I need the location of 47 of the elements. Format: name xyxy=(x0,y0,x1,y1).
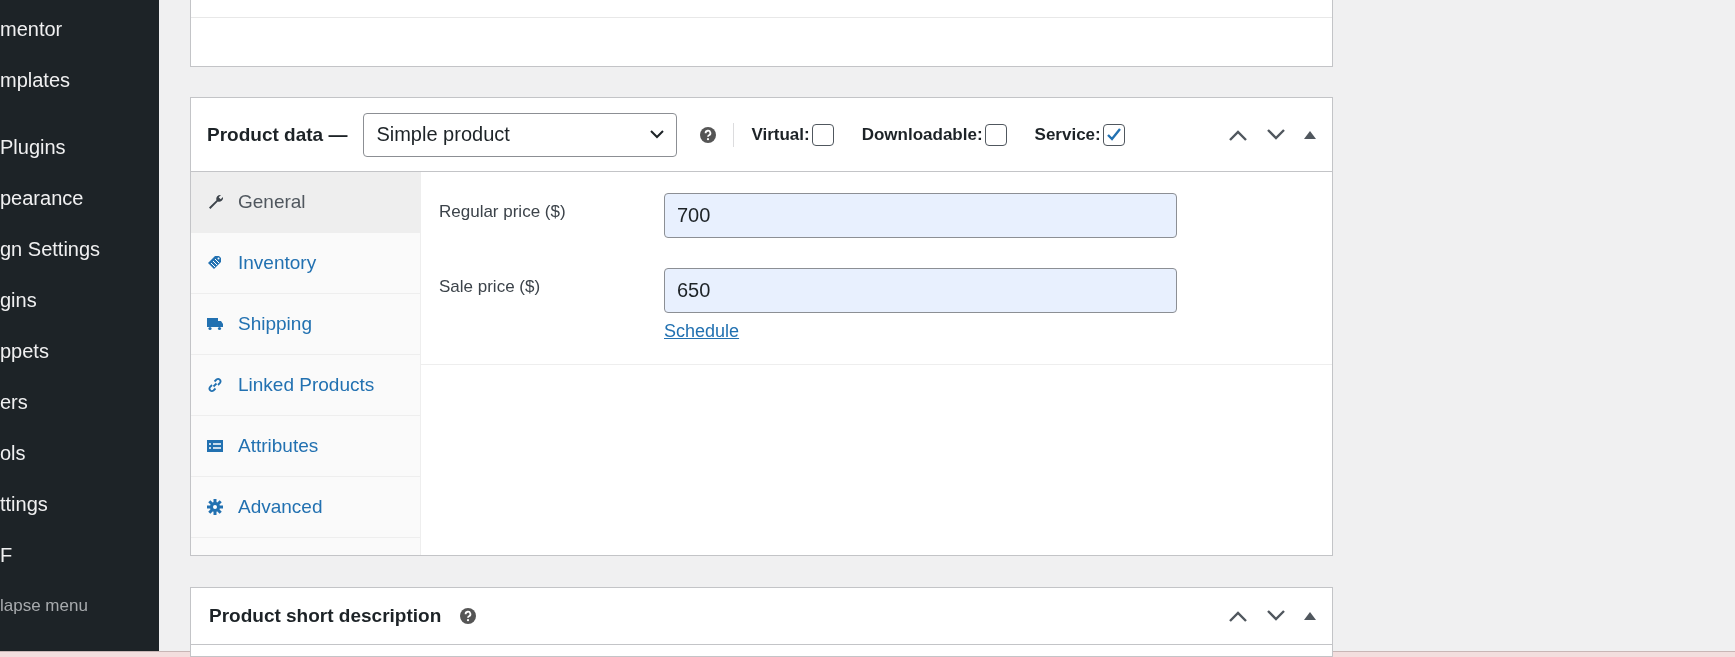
collapse-menu-button[interactable]: lapse menu xyxy=(0,591,159,642)
sidebar-item[interactable]: ers xyxy=(0,387,159,438)
move-down-icon[interactable] xyxy=(1266,128,1286,141)
tab[interactable]: Attributes xyxy=(191,416,420,477)
option-label: Service: xyxy=(1034,124,1101,145)
collapse-toggle-icon[interactable] xyxy=(1304,612,1316,620)
tag-icon xyxy=(207,255,223,271)
panel-title: Product short description xyxy=(209,605,442,627)
tab[interactable]: Inventory xyxy=(191,233,420,294)
option-label: Virtual: xyxy=(751,124,810,145)
truck-icon xyxy=(207,316,223,332)
move-up-icon[interactable] xyxy=(1228,128,1248,141)
checkbox[interactable] xyxy=(811,123,834,146)
tab[interactable]: General xyxy=(191,172,420,233)
checkbox[interactable] xyxy=(1102,123,1125,146)
sidebar-item[interactable]: pearance xyxy=(0,183,159,234)
option-label: Downloadable: xyxy=(861,124,983,145)
list-icon xyxy=(207,438,223,454)
sidebar-item[interactable]: Plugins xyxy=(0,132,159,183)
sidebar-item[interactable]: ols xyxy=(0,438,159,489)
sidebar-item[interactable]: F xyxy=(0,540,159,591)
schedule-link[interactable]: Schedule xyxy=(664,321,740,342)
price-input[interactable]: 650 xyxy=(664,268,1177,313)
panel-title: Product data — xyxy=(207,123,348,146)
chevron-down-icon xyxy=(650,130,665,139)
sidebar-item[interactable]: ppets xyxy=(0,336,159,387)
checkbox[interactable] xyxy=(984,123,1007,146)
settings-icon xyxy=(207,499,223,515)
link-icon xyxy=(207,377,223,393)
sidebar-item[interactable]: ttings xyxy=(0,489,159,540)
help-icon xyxy=(700,126,717,143)
field-label: Sale price ($) xyxy=(439,276,542,298)
sidebar-item[interactable]: gn Settings xyxy=(0,234,159,285)
field-label: Regular price ($) xyxy=(439,201,567,223)
move-down-icon[interactable] xyxy=(1266,610,1286,622)
price-input[interactable]: 700 xyxy=(664,193,1177,238)
collapse-toggle-icon[interactable] xyxy=(1304,130,1316,139)
help-icon xyxy=(460,608,477,624)
move-up-icon[interactable] xyxy=(1228,610,1248,622)
sidebar-item[interactable]: mplates xyxy=(0,65,159,116)
tab[interactable]: Shipping xyxy=(191,294,420,355)
wrench-icon xyxy=(207,194,223,210)
sidebar-item[interactable]: gins xyxy=(0,285,159,336)
product-type-dropdown[interactable]: Simple product xyxy=(363,112,678,157)
tab[interactable]: Linked Products xyxy=(191,355,420,416)
sidebar-item[interactable]: mentor xyxy=(0,14,159,65)
tab[interactable]: Advanced xyxy=(191,477,420,538)
